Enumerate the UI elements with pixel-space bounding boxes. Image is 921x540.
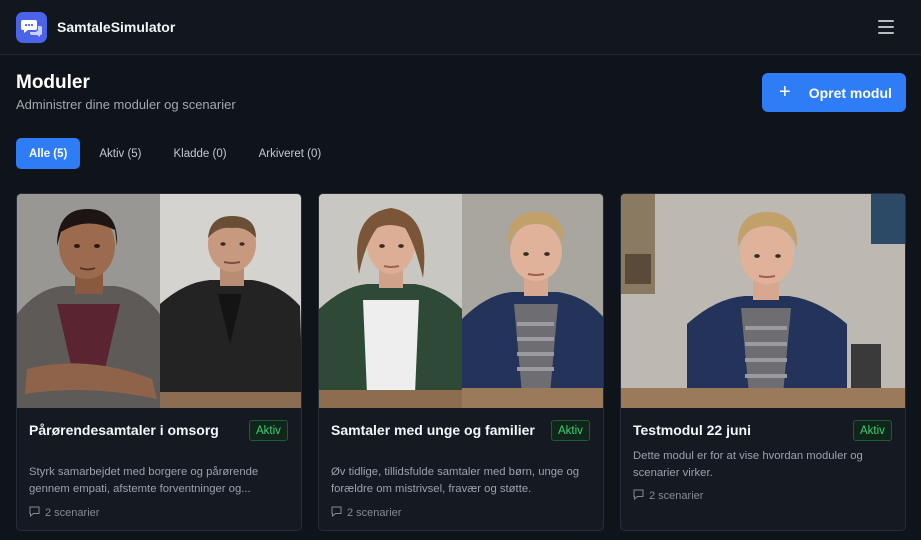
module-card-images (319, 194, 603, 408)
module-card-description: Dette modul er for at vise hvordan modul… (633, 450, 863, 479)
page-subtitle: Administrer dine moduler og scenarier (16, 97, 236, 112)
tab-active[interactable]: Aktiv (5) (86, 138, 154, 169)
status-badge: Aktiv (551, 420, 590, 441)
comment-icon (29, 506, 40, 520)
hamburger-menu-icon[interactable] (876, 18, 896, 36)
module-card-description: Styrk samarbejdet med borgere og pårøren… (29, 466, 259, 495)
module-card[interactable]: Samtaler med unge og familier Aktiv Øv t… (318, 193, 604, 531)
tab-draft[interactable]: Kladde (0) (161, 138, 240, 169)
module-card-title: Samtaler med unge og familier (331, 422, 535, 438)
create-module-label: Opret modul (808, 84, 892, 101)
scenario-count: 2 scenarier (29, 506, 99, 520)
module-card-title: Pårørendesamtaler i omsorg (29, 422, 219, 438)
app-name: SamtaleSimulator (57, 19, 176, 35)
module-card[interactable]: Pårørendesamtaler i omsorg Aktiv Styrk s… (16, 193, 302, 531)
tab-archived[interactable]: Arkiveret (0) (246, 138, 335, 169)
module-card-images (621, 194, 905, 408)
plus-icon: + (779, 80, 791, 103)
module-card[interactable]: Testmodul 22 juni Aktiv Dette modul er f… (620, 193, 906, 531)
chat-bubbles-icon[interactable] (16, 12, 47, 43)
portrait-boy-image (621, 194, 905, 408)
portrait-boy-image (462, 194, 603, 408)
status-badge: Aktiv (853, 420, 892, 441)
module-card-images (17, 194, 301, 408)
portrait-woman-image (17, 194, 160, 408)
scenario-count-label: 2 scenarier (649, 490, 704, 502)
status-filter-tabs: Alle (5) Aktiv (5) Kladde (0) Arkiveret … (16, 138, 340, 169)
tab-all[interactable]: Alle (5) (16, 138, 81, 169)
status-badge: Aktiv (249, 420, 288, 441)
scenario-count-label: 2 scenarier (45, 507, 100, 519)
module-card-title: Testmodul 22 juni (633, 422, 751, 438)
scenario-count: 2 scenarier (331, 506, 401, 520)
portrait-man-image (160, 194, 301, 408)
portrait-girl-image (319, 194, 462, 408)
scenario-count-label: 2 scenarier (347, 507, 402, 519)
top-bar: SamtaleSimulator (0, 0, 921, 55)
page-title: Moduler (16, 72, 90, 93)
comment-icon (331, 506, 342, 520)
comment-icon (633, 489, 644, 503)
module-card-description: Øv tidlige, tillidsfulde samtaler med bø… (331, 466, 580, 495)
scenario-count: 2 scenarier (633, 489, 703, 503)
create-module-button[interactable]: + Opret modul (762, 73, 906, 112)
